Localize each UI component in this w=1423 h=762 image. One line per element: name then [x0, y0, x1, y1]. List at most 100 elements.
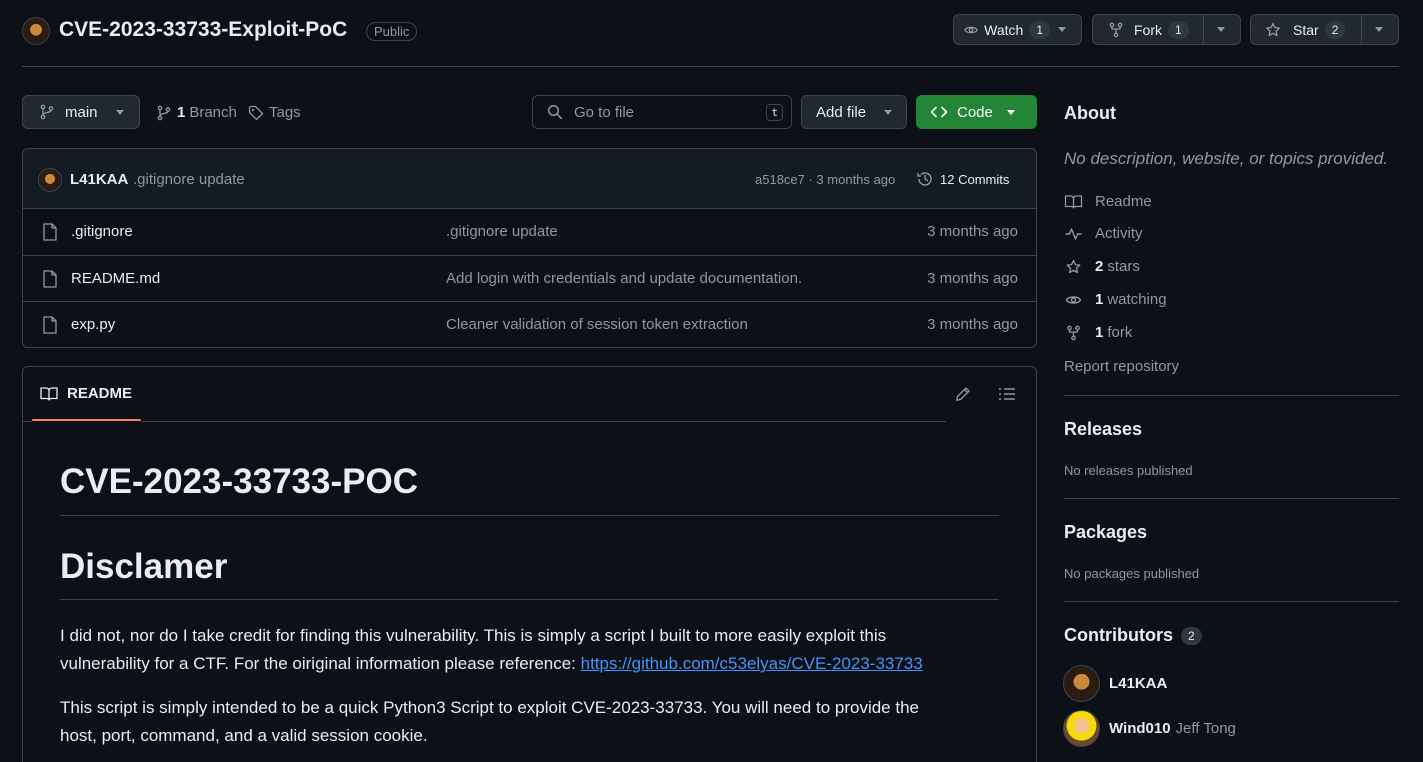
branch-count: 1 — [177, 104, 186, 121]
stars-count: 2 — [1095, 258, 1104, 275]
button-divider — [1203, 15, 1204, 44]
file-name[interactable]: exp.py — [71, 316, 115, 333]
readme-paragraph: I did not, nor do I take credit for find… — [60, 622, 1000, 678]
commits-link[interactable]: 12 Commits — [916, 170, 1009, 188]
file-icon — [43, 223, 57, 241]
commit-author[interactable]: L41KAA — [70, 171, 128, 188]
readme-tab-underline — [32, 419, 141, 421]
branches-link[interactable]: 1 Branch — [156, 104, 237, 121]
watch-label: Watch — [984, 21, 1024, 38]
code-button[interactable]: Code — [916, 95, 1037, 129]
code-label: Code — [957, 103, 993, 121]
tag-icon — [248, 105, 264, 120]
paragraph-line: host, port, command, and a valid session… — [60, 726, 428, 745]
file-icon — [43, 270, 57, 288]
star-icon — [1266, 22, 1280, 36]
fork-label: Fork — [1134, 21, 1162, 38]
paragraph-text: vulnerability for a CTF. For the oirigin… — [60, 654, 581, 673]
sidebar-divider — [1064, 395, 1399, 396]
go-to-file-search[interactable]: Go to file t — [532, 95, 792, 129]
chevron-down-icon — [1058, 27, 1066, 32]
about-stars-link[interactable]: 2 stars — [1064, 258, 1140, 275]
watching-count: 1 — [1095, 291, 1104, 308]
paragraph-line: I did not, nor do I take credit for find… — [60, 626, 887, 645]
fork-button[interactable]: Fork 1 — [1092, 14, 1241, 45]
contributors-heading[interactable]: Contributors — [1064, 625, 1173, 646]
stars-label: stars — [1107, 258, 1140, 275]
file-commit-message[interactable]: Add login with credentials and update do… — [446, 270, 802, 287]
fork-icon — [1067, 325, 1080, 340]
about-heading: About — [1064, 103, 1116, 123]
about-readme-link[interactable]: Readme — [1064, 193, 1152, 210]
readme-tab[interactable]: README — [40, 385, 132, 402]
pulse-icon — [1065, 227, 1082, 240]
history-icon — [917, 172, 932, 186]
code-icon — [930, 106, 948, 118]
tags-link[interactable]: Tags — [248, 104, 301, 121]
sidebar-divider — [1064, 601, 1399, 602]
repo-owner-avatar[interactable] — [22, 17, 50, 45]
readme-header-divider — [141, 421, 946, 422]
about-activity-link[interactable]: Activity — [1064, 225, 1143, 242]
forks-count: 1 — [1095, 324, 1104, 341]
paragraph-line: This script is simply intended to be a q… — [60, 698, 919, 717]
about-watching-link[interactable]: 1 watching — [1064, 291, 1167, 308]
about-description: No description, website, or topics provi… — [1064, 149, 1389, 168]
report-repository-link[interactable]: Report repository — [1064, 358, 1179, 375]
readme-header-divider — [23, 421, 32, 422]
outline-list-icon[interactable] — [998, 386, 1016, 402]
branch-selector[interactable]: main — [22, 95, 140, 129]
packages-heading[interactable]: Packages — [1064, 522, 1147, 543]
file-row[interactable]: .gitignore .gitignore update 3 months ag… — [23, 208, 1036, 254]
about-forks-link[interactable]: 1 fork — [1064, 324, 1132, 341]
add-file-button[interactable]: Add file — [801, 95, 907, 129]
activity-link-label: Activity — [1095, 225, 1143, 242]
shortcut-key: t — [766, 104, 783, 121]
contributor-login: Wind010 — [1109, 720, 1171, 737]
commits-label: 12 Commits — [940, 171, 1010, 187]
file-row[interactable]: README.md Add login with credentials and… — [23, 255, 1036, 301]
watching-label: watching — [1107, 291, 1167, 308]
chevron-down-icon[interactable] — [1217, 27, 1225, 32]
contributor-item[interactable]: Wind010 Jeff Tong — [1063, 710, 1236, 747]
watch-count: 1 — [1029, 20, 1050, 39]
add-file-label: Add file — [816, 103, 867, 121]
file-commit-message[interactable]: Cleaner validation of session token extr… — [446, 316, 748, 333]
search-placeholder: Go to file — [574, 103, 635, 121]
h1-divider — [60, 515, 999, 516]
file-row[interactable]: exp.py Cleaner validation of session tok… — [23, 301, 1036, 347]
commit-message[interactable]: .gitignore update — [133, 171, 245, 188]
pencil-icon[interactable] — [955, 386, 971, 402]
file-commit-message[interactable]: .gitignore update — [446, 223, 558, 240]
file-name[interactable]: .gitignore — [71, 223, 133, 240]
branch-icon — [40, 104, 54, 120]
star-icon — [1066, 259, 1081, 273]
contributor-avatar — [1063, 710, 1100, 747]
contributor-item[interactable]: L41KAA — [1063, 665, 1167, 702]
paragraph-line: vulnerability for a CTF. For the oirigin… — [60, 650, 1000, 678]
file-icon — [43, 316, 57, 334]
commit-author-avatar[interactable] — [38, 168, 62, 192]
file-time: 3 months ago — [927, 316, 1018, 333]
file-name[interactable]: README.md — [71, 270, 160, 287]
watch-button[interactable]: Watch 1 — [953, 14, 1082, 45]
book-icon — [40, 386, 58, 401]
releases-heading[interactable]: Releases — [1064, 419, 1142, 440]
repo-name[interactable]: CVE-2023-33733-Exploit-PoC — [59, 18, 347, 42]
star-button[interactable]: Star 2 — [1250, 14, 1399, 45]
releases-text: No releases published — [1064, 463, 1193, 478]
reference-link[interactable]: https://github.com/c53elyas/CVE-2023-337… — [581, 654, 923, 673]
packages-text: No packages published — [1064, 566, 1200, 581]
tags-label: Tags — [269, 104, 301, 121]
contributor-avatar — [1063, 665, 1100, 702]
visibility-badge: Public — [366, 22, 418, 41]
readme-h2: Disclamer — [60, 547, 228, 586]
search-icon — [547, 104, 563, 120]
readme-h1: CVE-2023-33733-POC — [60, 462, 418, 501]
branch-label: Branch — [189, 104, 237, 121]
commit-meta[interactable]: a518ce7 · 3 months ago — [755, 172, 895, 187]
chevron-down-icon[interactable] — [1375, 27, 1383, 32]
header-divider — [22, 66, 1399, 67]
contributors-count: 2 — [1180, 626, 1202, 645]
chevron-down-icon — [115, 109, 124, 115]
